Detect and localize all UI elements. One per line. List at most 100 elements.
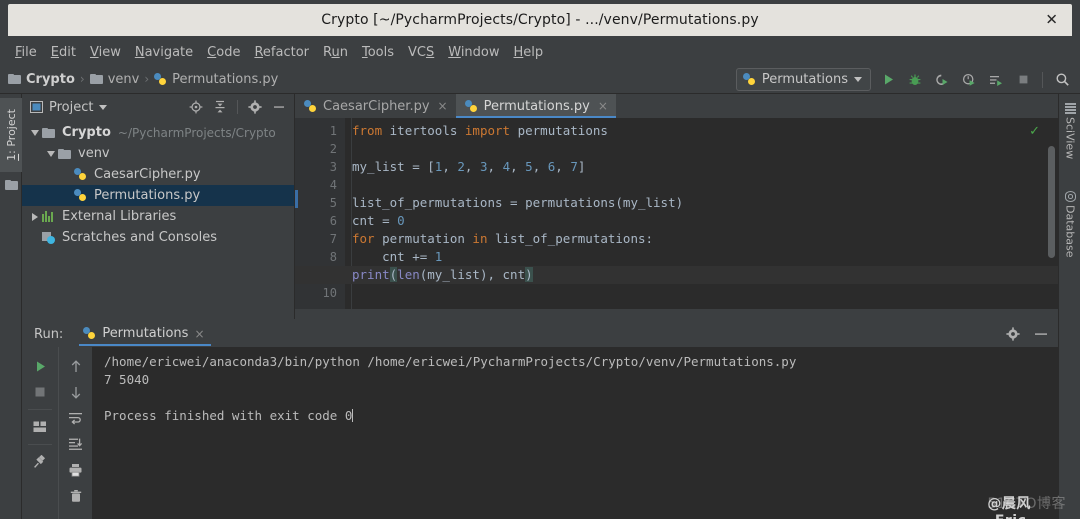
breadcrumb-item-venv[interactable]: venv bbox=[89, 71, 140, 87]
line-number: 5 bbox=[329, 196, 337, 210]
line-number: 3 bbox=[329, 160, 337, 174]
toolbar-divider bbox=[28, 409, 52, 410]
tree-node-external-libraries[interactable]: External Libraries bbox=[22, 206, 294, 227]
project-tree: Crypto ~/PycharmProjects/Crypto venv Caesar… bbox=[22, 120, 294, 248]
tree-node-permutations-py[interactable]: Permutations.py bbox=[22, 185, 294, 206]
collapse-all-icon[interactable] bbox=[211, 98, 229, 116]
menu-item-navigate[interactable]: Navigate bbox=[128, 43, 200, 62]
debug-button[interactable] bbox=[905, 70, 925, 90]
chevron-down-icon[interactable] bbox=[44, 150, 58, 157]
tree-node-caesarcipher-py[interactable]: CaesarCipher.py bbox=[22, 164, 294, 185]
menu-item-code[interactable]: Code bbox=[200, 43, 247, 62]
inspection-status-icon[interactable]: ✓ bbox=[1029, 124, 1040, 139]
editor-tab-permutations-py[interactable]: Permutations.py × bbox=[455, 94, 617, 118]
console-output[interactable]: /home/ericwei/anaconda3/bin/python /home… bbox=[92, 347, 1058, 519]
restore-layout-button[interactable] bbox=[27, 414, 53, 440]
editor-tab-caesarcipher-py[interactable]: CaesarCipher.py × bbox=[295, 94, 456, 118]
breadcrumb-item-crypto[interactable]: Crypto bbox=[8, 72, 75, 87]
code-line[interactable]: my_list = [1, 2, 3, 4, 5, 6, 7] bbox=[352, 158, 1044, 176]
previous-occurrence-button[interactable] bbox=[63, 353, 89, 379]
sidebar-item-project[interactable]: 1: Project bbox=[0, 98, 22, 172]
code-line[interactable] bbox=[352, 176, 1044, 194]
scroll-to-end-button[interactable] bbox=[63, 431, 89, 457]
run-configuration-selector[interactable]: Permutations bbox=[735, 68, 871, 91]
console-line: /home/ericwei/anaconda3/bin/python /home… bbox=[104, 354, 797, 369]
code-line[interactable]: from itertools import permutations bbox=[352, 122, 1044, 140]
menu-item-edit[interactable]: Edit bbox=[44, 43, 83, 62]
gear-icon[interactable] bbox=[246, 98, 264, 116]
menu-item-file[interactable]: File bbox=[8, 43, 44, 62]
code-token: print bbox=[352, 267, 390, 282]
hide-panel-icon[interactable] bbox=[270, 98, 288, 116]
code-line[interactable]: cnt = 0 bbox=[352, 212, 1044, 230]
breadcrumb-separator: › bbox=[144, 72, 150, 86]
stop-button[interactable] bbox=[27, 379, 53, 405]
next-occurrence-button[interactable] bbox=[63, 379, 89, 405]
locate-file-icon[interactable] bbox=[187, 98, 205, 116]
breadcrumb-item-permutations-py[interactable]: Permutations.py bbox=[154, 72, 278, 87]
clear-all-button[interactable] bbox=[63, 483, 89, 509]
code-content[interactable]: from itertools import permutations my_li… bbox=[295, 122, 1058, 302]
soft-wrap-button[interactable] bbox=[63, 405, 89, 431]
code-line[interactable]: cnt += 1 bbox=[352, 248, 1044, 266]
code-token: list_of_permutations: bbox=[495, 231, 654, 246]
menu-item-tools[interactable]: Tools bbox=[355, 43, 401, 62]
line-number: 7 bbox=[329, 232, 337, 246]
code-token: (my_list), cnt bbox=[419, 267, 526, 282]
editor-vertical-scrollbar[interactable] bbox=[1048, 146, 1055, 258]
pin-tab-button[interactable] bbox=[27, 449, 53, 475]
chevron-right-icon[interactable] bbox=[28, 212, 42, 221]
sidebar-item-database[interactable]: Database bbox=[1059, 188, 1080, 258]
python-file-icon bbox=[304, 99, 317, 113]
code-line[interactable] bbox=[352, 140, 1044, 158]
run-with-console-button[interactable] bbox=[986, 70, 1006, 90]
code-line[interactable]: for permutation in list_of_permutations: bbox=[352, 230, 1044, 248]
sidebar-item-sciview[interactable]: SciView bbox=[1059, 100, 1080, 159]
menu-item-view[interactable]: View bbox=[83, 43, 128, 62]
code-line[interactable]: print(len(my_list), cnt) bbox=[295, 266, 1058, 284]
breadcrumb-label: venv bbox=[107, 71, 140, 87]
breadcrumb: Crypto › venv › Permutations.py bbox=[8, 72, 278, 87]
menu-item-run[interactable]: Run bbox=[316, 43, 355, 62]
editor-gutter[interactable]: 12345678910 bbox=[295, 118, 345, 319]
close-icon[interactable]: × bbox=[438, 99, 448, 113]
code-token: , bbox=[555, 159, 571, 174]
close-icon[interactable]: × bbox=[194, 327, 204, 341]
editor-horizontal-scrollbar[interactable] bbox=[295, 309, 1058, 319]
code-token: 2 bbox=[457, 159, 465, 174]
menu-item-help[interactable]: Help bbox=[507, 43, 551, 62]
menu-item-window[interactable]: Window bbox=[441, 43, 506, 62]
chevron-down-icon[interactable] bbox=[99, 104, 108, 110]
editor-tab-bar: CaesarCipher.py × Permutations.py × bbox=[295, 94, 1058, 118]
code-token: in bbox=[472, 231, 495, 246]
project-panel-header: Project bbox=[22, 94, 294, 120]
tree-node-venv[interactable]: venv bbox=[22, 143, 294, 164]
code-editor[interactable]: 12345678910 from itertools import permut… bbox=[295, 118, 1058, 319]
rerun-button[interactable] bbox=[27, 353, 53, 379]
gear-icon[interactable] bbox=[1004, 325, 1022, 343]
run-button[interactable] bbox=[878, 70, 898, 90]
code-token: 3 bbox=[479, 159, 488, 174]
code-line[interactable]: list_of_permutations = permutations(my_l… bbox=[352, 194, 1044, 212]
print-button[interactable] bbox=[63, 457, 89, 483]
project-view-icon bbox=[30, 98, 43, 117]
close-icon[interactable]: ✕ bbox=[1045, 12, 1058, 28]
title-bar: Crypto [~/PycharmProjects/Crypto] - .../… bbox=[8, 4, 1072, 36]
close-icon[interactable]: × bbox=[598, 99, 608, 113]
stop-button[interactable] bbox=[1013, 70, 1033, 90]
hide-panel-icon[interactable] bbox=[1032, 325, 1050, 343]
menu-item-refactor[interactable]: Refactor bbox=[247, 43, 316, 62]
profile-button[interactable] bbox=[959, 70, 979, 90]
run-coverage-button[interactable] bbox=[932, 70, 952, 90]
run-tab-permutations[interactable]: Permutations × bbox=[79, 323, 211, 346]
code-line[interactable] bbox=[352, 284, 1044, 302]
tree-node-crypto[interactable]: Crypto ~/PycharmProjects/Crypto bbox=[22, 122, 294, 143]
tree-node-label: Scratches and Consoles bbox=[62, 230, 218, 245]
favorites-folder-icon[interactable] bbox=[5, 180, 18, 190]
menu-item-vcs[interactable]: VCS bbox=[401, 43, 441, 62]
run-window-body: /home/ericwei/anaconda3/bin/python /home… bbox=[22, 347, 1058, 519]
line-number: 10 bbox=[322, 286, 337, 300]
tree-node-scratches-and-consoles[interactable]: Scratches and Consoles bbox=[22, 227, 294, 248]
search-everywhere-button[interactable] bbox=[1052, 70, 1072, 90]
chevron-down-icon[interactable] bbox=[28, 129, 42, 136]
